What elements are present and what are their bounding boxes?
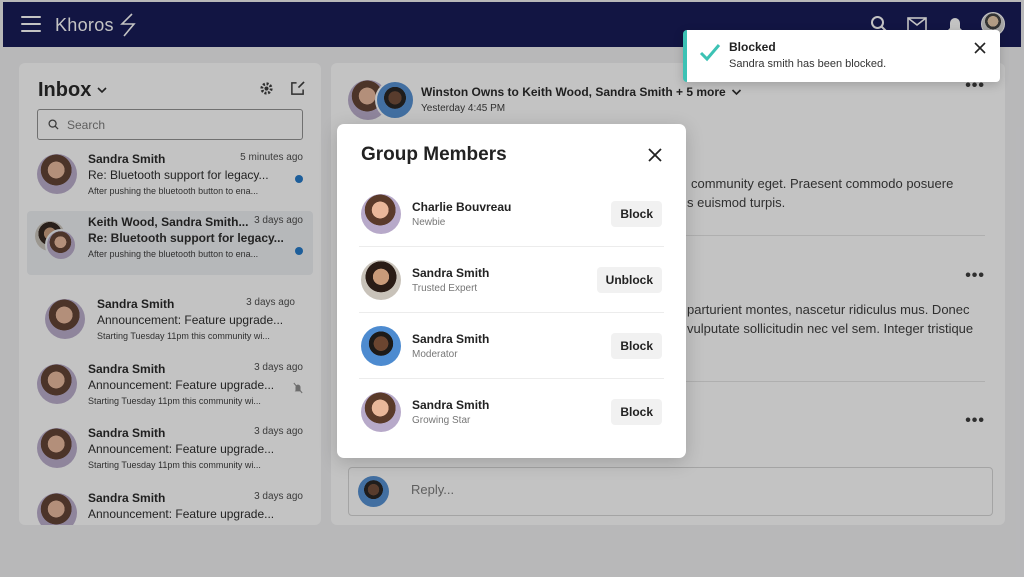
group-members-dialog: Group Members Charlie Bouvreau Newbie Bl… xyxy=(337,124,686,458)
member-name: Sandra Smith xyxy=(412,266,490,280)
block-button[interactable]: Block xyxy=(611,201,662,227)
member-role: Trusted Expert xyxy=(412,283,478,294)
member-role: Newbie xyxy=(412,217,446,228)
close-icon[interactable] xyxy=(646,146,664,164)
unblock-button[interactable]: Unblock xyxy=(596,267,662,293)
member-name: Sandra Smith xyxy=(412,398,490,412)
member-row: Sandra Smith Moderator Block xyxy=(359,313,664,379)
toast-title: Blocked xyxy=(729,40,776,54)
member-row: Sandra Smith Trusted Expert Unblock xyxy=(359,247,664,313)
member-role: Growing Star xyxy=(412,415,471,426)
block-button[interactable]: Block xyxy=(611,333,662,359)
avatar xyxy=(361,326,401,366)
blocked-toast: Blocked Sandra smith has been blocked. xyxy=(683,30,1000,82)
avatar xyxy=(361,194,401,234)
member-role: Moderator xyxy=(412,349,458,360)
member-row: Charlie Bouvreau Newbie Block xyxy=(359,181,664,247)
member-name: Sandra Smith xyxy=(412,332,490,346)
avatar xyxy=(361,392,401,432)
member-name: Charlie Bouvreau xyxy=(412,200,512,214)
checkmark-icon xyxy=(699,44,721,62)
member-row: Sandra Smith Growing Star Block xyxy=(359,379,664,445)
dialog-title: Group Members xyxy=(361,144,507,165)
avatar xyxy=(361,260,401,300)
block-button[interactable]: Block xyxy=(611,399,662,425)
close-icon[interactable] xyxy=(974,42,986,54)
toast-message: Sandra smith has been blocked. xyxy=(729,58,887,70)
